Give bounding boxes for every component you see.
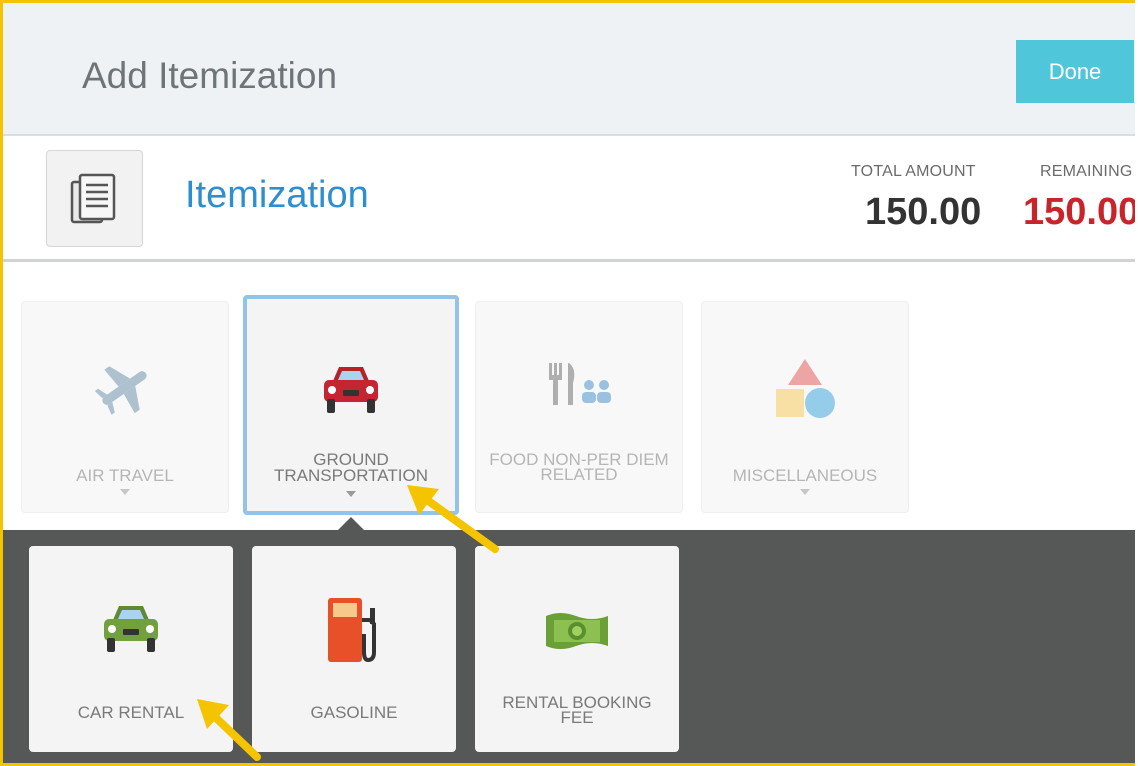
subcategory-gasoline[interactable]: GASOLINE — [252, 546, 456, 752]
chevron-down-icon — [120, 489, 130, 495]
money-icon — [475, 608, 679, 654]
subcategory-label-line2: FEE — [560, 708, 594, 727]
category-label: AIR TRAVEL — [76, 466, 174, 485]
rental-car-icon — [29, 600, 233, 662]
category-label-line2: RELATED — [540, 465, 618, 484]
category-grid: AIR TRAVEL GROUND TRANSPORTATION FOOD NO… — [3, 262, 1135, 530]
subcategory-rental-booking-fee[interactable]: RENTAL BOOKING FEE — [475, 546, 679, 752]
chevron-down-icon — [346, 491, 356, 497]
category-label-line2: TRANSPORTATION — [274, 466, 428, 485]
category-air-travel[interactable]: AIR TRAVEL — [21, 301, 229, 513]
done-button[interactable]: Done — [1016, 40, 1134, 103]
dining-icon — [476, 357, 682, 413]
category-food-non-per-diem[interactable]: FOOD NON-PER DIEM RELATED — [475, 301, 683, 513]
car-icon — [247, 361, 455, 419]
panel-pointer — [338, 517, 364, 530]
category-label: MISCELLANEOUS — [732, 466, 878, 485]
gas-pump-icon — [252, 594, 456, 666]
document-icon — [46, 150, 143, 247]
modal-header: Add Itemization Done — [3, 3, 1135, 136]
shapes-icon — [702, 357, 908, 423]
app-frame: Add Itemization Done Itemization TOTAL A… — [0, 0, 1135, 766]
subcategory-panel: CAR RENTAL GASOLINE RENTAL BOOKING FEE — [3, 517, 1135, 763]
section-title: Itemization — [185, 174, 369, 216]
category-ground-transportation[interactable]: GROUND TRANSPORTATION — [243, 295, 459, 515]
airplane-icon — [22, 357, 228, 417]
itemization-summary: Itemization TOTAL AMOUNT 150.00 REMAININ… — [3, 136, 1135, 262]
remaining-label: REMAINING — [1040, 163, 1133, 180]
page-title: Add Itemization — [82, 55, 338, 96]
chevron-down-icon — [800, 489, 810, 495]
total-amount-label: TOTAL AMOUNT — [851, 163, 976, 180]
subcategory-car-rental[interactable]: CAR RENTAL — [29, 546, 233, 752]
category-miscellaneous[interactable]: MISCELLANEOUS — [701, 301, 909, 513]
remaining-value: 150.00 — [1023, 191, 1135, 233]
subcategory-label: GASOLINE — [310, 703, 398, 722]
total-amount-value: 150.00 — [865, 191, 982, 233]
subcategory-label: CAR RENTAL — [77, 703, 185, 722]
